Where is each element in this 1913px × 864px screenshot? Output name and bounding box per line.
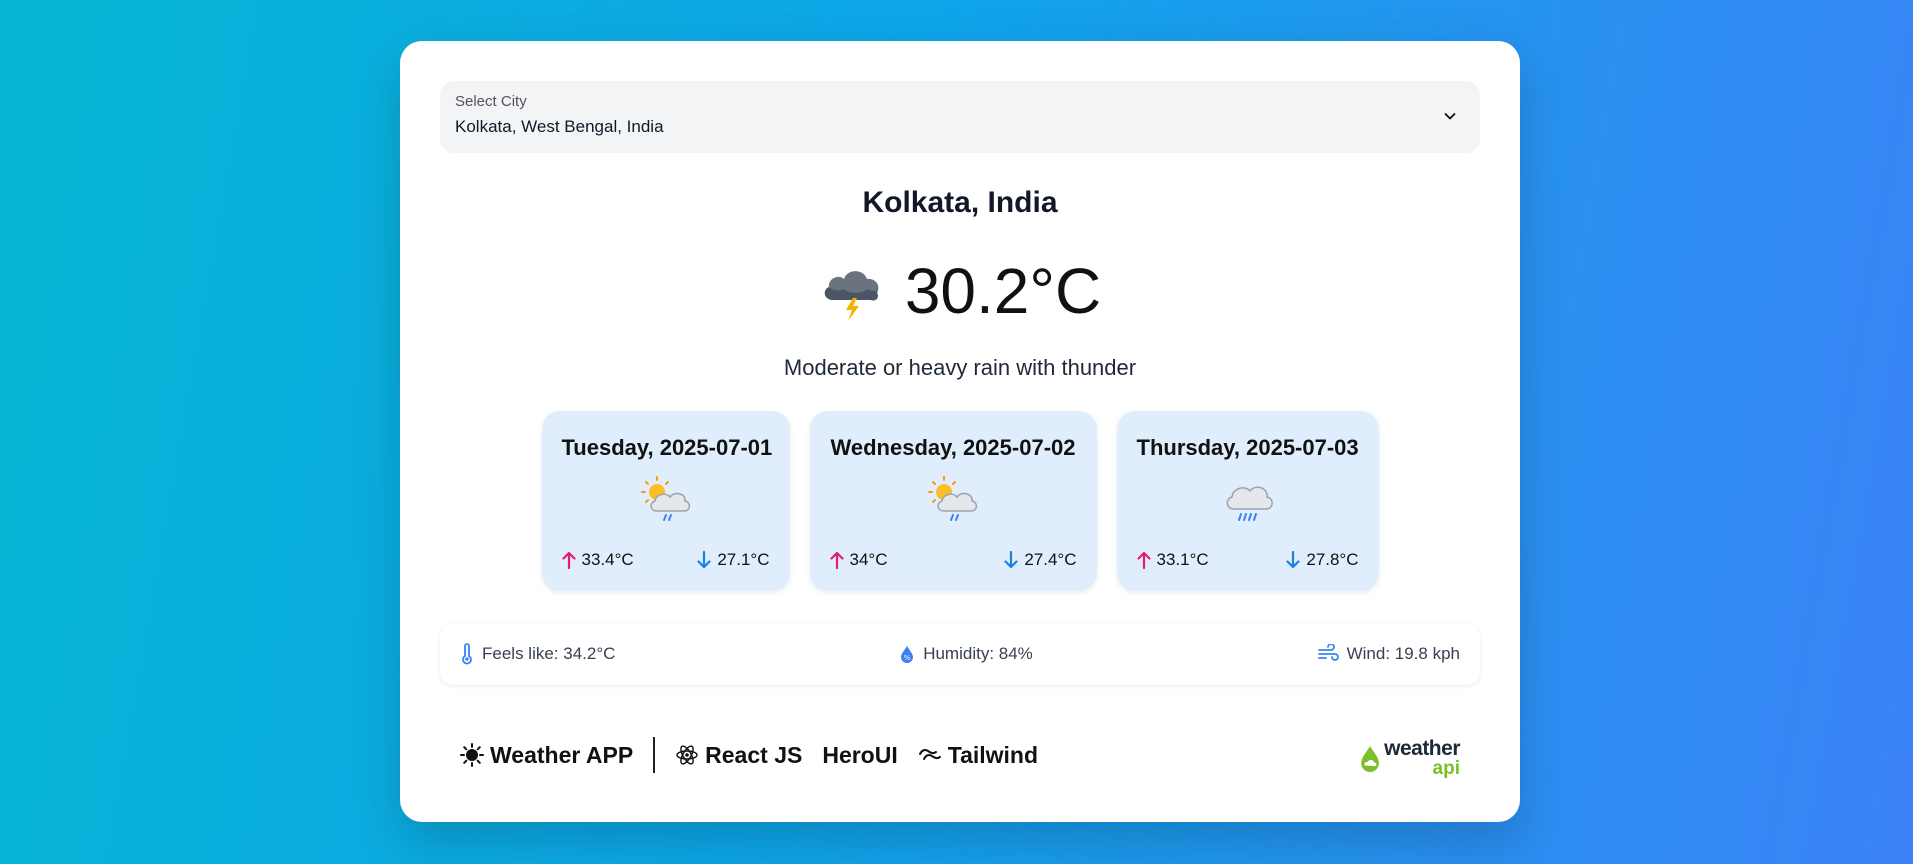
forecast-temps: 33.4°C 27.1°C <box>561 549 770 571</box>
tech-heroui: HeroUI <box>822 742 897 769</box>
max-temp-value: 34°C <box>849 550 888 569</box>
forecast-temps: 34°C 27.4°C <box>829 549 1077 571</box>
min-temp: 27.4°C <box>1004 549 1077 571</box>
details-bar: Feels like: 34.2°C % Humidity: 84% Wind:… <box>440 623 1480 685</box>
city-select-label: Select City <box>455 93 527 110</box>
forecast-card[interactable]: Tuesday, 2025-07-01 33.4°C 27.1°C <box>541 411 790 591</box>
sun-cloud-rain-icon <box>640 476 690 521</box>
wind: Wind: 19.8 kph <box>1317 644 1460 664</box>
arrow-down-icon <box>697 551 711 569</box>
forecast-date: Thursday, 2025-07-03 <box>1136 435 1359 460</box>
tech-react: React JS <box>675 742 802 769</box>
thunderstorm-icon <box>824 271 879 321</box>
forecast-temps: 33.1°C 27.8°C <box>1136 549 1359 571</box>
feels-like: Feels like: 34.2°C <box>460 643 615 665</box>
condition-text: Moderate or heavy rain with thunder <box>783 355 1137 380</box>
min-temp-value: 27.4°C <box>1024 550 1077 569</box>
city-select[interactable]: Select City Kolkata, West Bengal, India <box>440 81 1480 153</box>
tech-tailwind: Tailwind <box>918 742 1038 769</box>
weatherapi-text: weather api <box>1384 737 1460 779</box>
thermometer-icon <box>462 643 472 665</box>
app-name: Weather APP <box>490 741 634 768</box>
forecast-list: Tuesday, 2025-07-01 33.4°C 27.1°C Wednes… <box>400 411 1520 591</box>
weatherapi-logo[interactable]: weather api <box>1360 735 1460 783</box>
arrow-down-icon <box>1004 551 1018 569</box>
arrow-down-icon <box>1286 551 1300 569</box>
max-temp: 33.1°C <box>1136 549 1209 571</box>
react-icon <box>676 745 698 765</box>
chevron-down-icon[interactable] <box>1442 108 1458 124</box>
location-title: Kolkata, India <box>862 186 1058 219</box>
max-temp: 33.4°C <box>561 549 634 571</box>
min-temp-value: 27.8°C <box>1306 550 1359 569</box>
tech-label: Tailwind <box>947 741 1039 768</box>
wind-text: Wind: 19.8 kph <box>1346 644 1460 663</box>
max-temp-value: 33.4°C <box>581 550 634 569</box>
tailwind-icon <box>918 749 941 760</box>
forecast-date: Wednesday, 2025-07-02 <box>830 435 1076 460</box>
min-temp-value: 27.1°C <box>717 550 770 569</box>
humidity: % Humidity: 84% <box>899 644 1033 664</box>
footer-brands: Weather APP React JS HeroUI Tailwind <box>460 731 1058 779</box>
cloud-rain-icon <box>1226 486 1273 521</box>
arrow-up-icon <box>1136 551 1151 569</box>
forecast-card[interactable]: Thursday, 2025-07-03 33.1°C 27.8°C <box>1116 411 1379 591</box>
weather-card: Select City Kolkata, West Bengal, India … <box>400 41 1520 822</box>
weatherapi-drop-icon <box>1361 745 1379 773</box>
arrow-up-icon <box>829 551 844 569</box>
sun-icon <box>460 743 484 767</box>
forecast-date: Tuesday, 2025-07-01 <box>561 435 773 460</box>
sun-cloud-rain-icon <box>928 476 978 521</box>
min-temp: 27.1°C <box>697 549 770 571</box>
max-temp: 34°C <box>829 549 888 571</box>
forecast-card[interactable]: Wednesday, 2025-07-02 34°C 27.4°C <box>809 411 1097 591</box>
current-temperature: 30.2°C <box>904 255 1102 327</box>
weatherapi-line2: api <box>1432 758 1460 779</box>
current-weather: 30.2°C <box>400 251 1520 331</box>
footer-divider <box>653 737 656 773</box>
droplet-icon: % <box>901 646 914 663</box>
wind-icon <box>1317 644 1339 661</box>
feels-like-text: Feels like: 34.2°C <box>482 644 616 663</box>
tech-label: React JS <box>705 741 803 768</box>
min-temp: 27.8°C <box>1286 549 1359 571</box>
weatherapi-line1: weather <box>1384 737 1460 760</box>
max-temp-value: 33.1°C <box>1156 550 1209 569</box>
app-brand: Weather APP <box>460 742 633 769</box>
arrow-up-icon <box>561 551 576 569</box>
city-select-value[interactable]: Kolkata, West Bengal, India <box>455 115 1465 139</box>
svg-text:%: % <box>904 654 911 662</box>
tech-label: HeroUI <box>822 741 898 768</box>
humidity-text: Humidity: 84% <box>923 644 1033 663</box>
